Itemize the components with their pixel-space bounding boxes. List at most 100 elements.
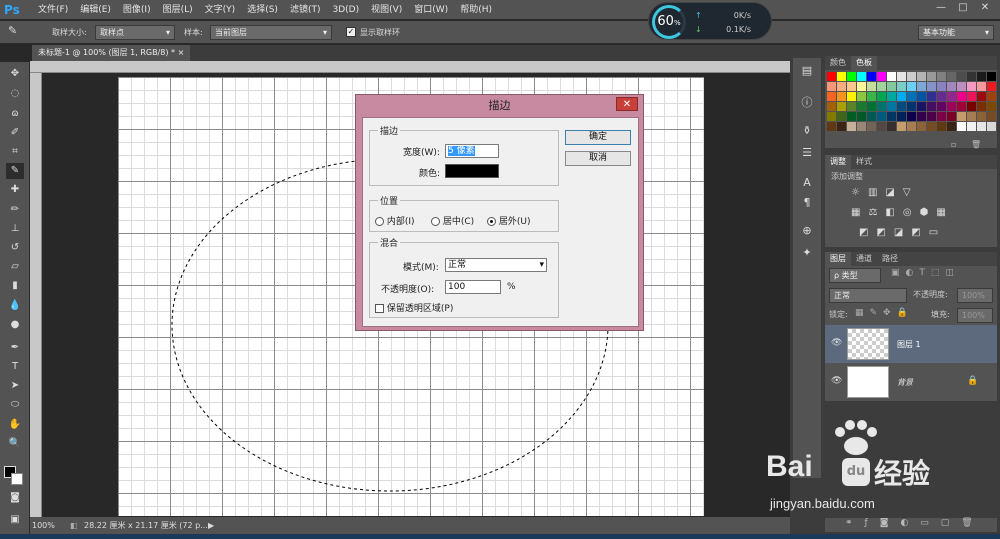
preserve-transparency-option[interactable]: 保留透明区域(P)	[375, 301, 453, 314]
color-swatch[interactable]	[857, 82, 866, 91]
layer-row-selected[interactable]: 👁 图层 1	[825, 325, 997, 363]
history-brush-tool-icon[interactable]: ↺	[6, 240, 24, 256]
color-swatch[interactable]	[877, 102, 886, 111]
color-swatch[interactable]	[967, 72, 976, 81]
position-outside-option[interactable]: 居外(U)	[487, 214, 531, 227]
color-swatch[interactable]	[827, 82, 836, 91]
layer-filter-icons[interactable]: ▣◐T⬚◫	[891, 268, 960, 278]
eyedropper-icon[interactable]: ✎	[8, 24, 28, 40]
adjustment-icons-row-1[interactable]: ☼▥◪▽	[851, 187, 919, 198]
info-panel-icon[interactable]: ⓘ	[798, 94, 816, 110]
hand-tool-icon[interactable]: ✋	[6, 417, 24, 433]
color-swatch[interactable]	[957, 72, 966, 81]
color-swatch[interactable]	[947, 102, 956, 111]
color-swatch[interactable]	[917, 112, 926, 121]
menu-filter[interactable]: 滤镜(T)	[284, 0, 327, 20]
color-swatch[interactable]	[927, 102, 936, 111]
history-panel-icon[interactable]: ▤	[798, 64, 816, 80]
layer-filter-select[interactable]: ρ 类型	[829, 268, 881, 283]
color-swatch[interactable]	[977, 92, 986, 101]
color-swatch[interactable]	[847, 72, 856, 81]
eyedropper-tool-icon[interactable]: ✎	[6, 163, 24, 179]
color-swatch[interactable]	[917, 92, 926, 101]
pen-tool-icon[interactable]: ✒	[6, 340, 24, 356]
color-swatch[interactable]	[887, 92, 896, 101]
color-swatch[interactable]	[887, 72, 896, 81]
color-swatch[interactable]	[897, 122, 906, 131]
adjustment-icons-row-3[interactable]: ◩◩◪◩▭	[859, 227, 946, 238]
maximize-button[interactable]: □	[952, 0, 974, 16]
shape-tool-icon[interactable]: ⬭	[6, 397, 24, 413]
color-swatch[interactable]	[867, 82, 876, 91]
color-swatch[interactable]	[907, 112, 916, 121]
sample-size-select[interactable]: 取样点 ▾	[95, 25, 175, 40]
color-swatch[interactable]	[967, 112, 976, 121]
move-tool-icon[interactable]: ✥	[6, 66, 24, 82]
color-swatch[interactable]	[907, 102, 916, 111]
sample-select[interactable]: 当前图层 ▾	[210, 25, 332, 40]
color-swatch[interactable]	[907, 72, 916, 81]
adjustment-icons-row-2[interactable]: ▦⚖◧◎⬢▦	[851, 207, 954, 218]
color-swatch[interactable]	[837, 112, 846, 121]
gradient-tool-icon[interactable]: ▮	[6, 278, 24, 294]
color-swatch[interactable]	[947, 72, 956, 81]
tab-adjustments[interactable]: 调整	[825, 155, 851, 169]
color-swatch[interactable]	[887, 102, 896, 111]
color-swatch[interactable]	[927, 72, 936, 81]
color-swatch[interactable]	[987, 122, 996, 131]
color-swatch[interactable]	[847, 82, 856, 91]
color-swatch[interactable]	[927, 92, 936, 101]
brush-presets-icon[interactable]: ⚱	[798, 124, 816, 140]
brush-panel-icon[interactable]: ☰	[798, 146, 816, 162]
mode-select[interactable]: 正常 ▾	[445, 258, 547, 272]
color-swatch[interactable]	[877, 122, 886, 131]
color-swatch[interactable]	[827, 122, 836, 131]
color-swatch[interactable]	[937, 92, 946, 101]
color-swatch[interactable]	[977, 82, 986, 91]
color-swatch[interactable]	[887, 112, 896, 121]
color-swatch[interactable]	[867, 102, 876, 111]
clone-source-icon[interactable]: ⊕	[798, 224, 816, 240]
eye-icon[interactable]: 👁	[831, 376, 842, 386]
marquee-tool-icon[interactable]: ◌	[6, 86, 24, 102]
color-swatch[interactable]	[917, 72, 926, 81]
quick-select-tool-icon[interactable]: ✐	[6, 125, 24, 141]
color-swatch[interactable]	[917, 82, 926, 91]
radio-center[interactable]	[431, 217, 440, 226]
healing-brush-tool-icon[interactable]: ✚	[6, 182, 24, 198]
color-swatch[interactable]	[867, 112, 876, 121]
color-swatch[interactable]	[827, 72, 836, 81]
color-swatch[interactable]	[827, 92, 836, 101]
status-menu-arrow-icon[interactable]: ▶	[208, 517, 214, 534]
tab-styles[interactable]: 样式	[851, 155, 877, 169]
tab-layers[interactable]: 图层	[825, 252, 851, 266]
color-swatch[interactable]	[927, 82, 936, 91]
color-swatch[interactable]	[867, 92, 876, 101]
quick-mask-icon[interactable]: ◙	[6, 490, 24, 506]
tool-presets-icon[interactable]: ✦	[798, 246, 816, 262]
color-swatch[interactable]	[987, 82, 996, 91]
color-swatch[interactable]	[977, 112, 986, 121]
tab-channels[interactable]: 通道	[851, 252, 877, 266]
close-tab-icon[interactable]: ×	[178, 48, 185, 57]
position-inside-option[interactable]: 内部(I)	[375, 214, 415, 227]
menu-select[interactable]: 选择(S)	[241, 0, 284, 20]
color-swatch[interactable]	[867, 72, 876, 81]
color-swatch[interactable]	[827, 112, 836, 121]
zoom-level[interactable]: 100%	[32, 517, 55, 534]
color-swatch[interactable]	[897, 72, 906, 81]
show-ring-checkbox[interactable]: ✓	[346, 27, 356, 37]
color-swatch[interactable]	[967, 82, 976, 91]
color-swatch[interactable]	[927, 112, 936, 121]
color-swatch[interactable]	[937, 112, 946, 121]
color-swatch[interactable]	[987, 92, 996, 101]
swatch-grid[interactable]	[825, 70, 997, 136]
layer-opacity-input[interactable]: 100%	[957, 288, 993, 303]
color-swatch[interactable]	[907, 92, 916, 101]
layer-row-background[interactable]: 👁 背景 🔒	[825, 363, 997, 401]
color-swatch[interactable]	[937, 122, 946, 131]
eye-icon[interactable]: 👁	[831, 338, 842, 348]
screen-mode-icon[interactable]: ▣	[6, 512, 24, 528]
color-swatch[interactable]	[937, 72, 946, 81]
brush-tool-icon[interactable]: ✏	[6, 202, 24, 218]
